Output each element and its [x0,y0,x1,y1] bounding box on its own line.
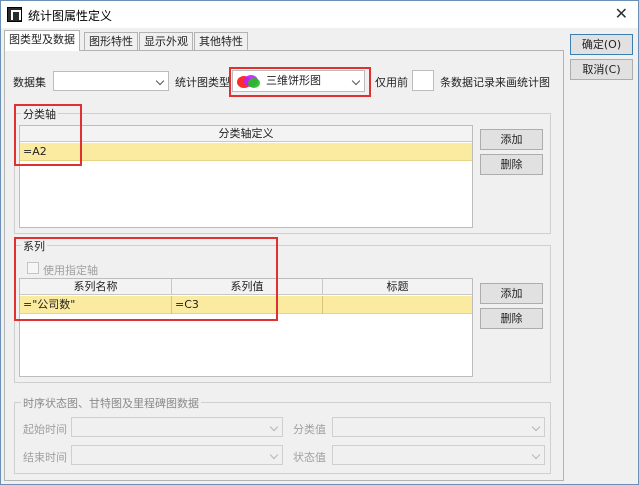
dataset-label: 数据集 [13,76,46,89]
series-delete-button[interactable]: 删除 [480,308,543,329]
chevron-down-icon [269,450,279,460]
tab-display-appearance[interactable]: 显示外观 [139,32,193,51]
timeline-title: 时序状态图、甘特图及里程碑图数据 [21,395,201,411]
cancel-button[interactable]: 取消(C) [570,59,633,80]
end-time-label: 结束时间 [23,451,67,464]
tab-chart-type-data[interactable]: 图类型及数据 [4,30,80,51]
chevron-down-icon [531,450,541,460]
chevron-down-icon [155,76,165,86]
category-axis-grid: 分类轴定义 =A2 [19,125,473,228]
end-time-select[interactable] [71,445,283,465]
chart-type-value: 三维饼形图 [266,74,321,87]
pie-chart-icon [237,75,260,88]
use-first-label: 仅用前 [375,76,408,89]
start-time-select[interactable] [71,417,283,437]
table-row[interactable]: =A2 [20,143,472,161]
series-title: 系列 [21,238,47,254]
series-value-cell[interactable]: =C3 [172,296,323,314]
series-name-header: 系列名称 [20,279,172,295]
category-delete-button[interactable]: 删除 [480,154,543,175]
tab-other-properties[interactable]: 其他特性 [194,32,248,51]
series-value-header: 系列值 [172,279,323,295]
category-value-select[interactable] [332,417,545,437]
series-title-cell[interactable] [323,296,472,314]
status-value-label: 状态值 [293,451,326,464]
category-axis-cell[interactable]: =A2 [20,143,47,161]
start-time-label: 起始时间 [23,423,67,436]
chart-type-label: 统计图类型 [175,76,230,89]
title-bar: 统计图属性定义 ✕ [1,1,638,28]
series-name-cell[interactable]: ="公司数" [20,296,172,314]
dialog-window: 统计图属性定义 ✕ 图类型及数据 图形特性 显示外观 其他特性 确定(O) 取消… [0,0,639,485]
app-icon [7,7,22,22]
table-row[interactable]: ="公司数" =C3 [20,296,472,314]
tab-graph-properties[interactable]: 图形特性 [84,32,138,51]
series-add-button[interactable]: 添加 [480,283,543,304]
category-axis-column-header: 分类轴定义 [20,126,472,142]
series-title-header: 标题 [323,279,472,295]
category-value-label: 分类值 [293,423,326,436]
chevron-down-icon [351,76,361,86]
series-grid: 系列名称 系列值 标题 ="公司数" =C3 [19,278,473,377]
chevron-down-icon [531,422,541,432]
category-add-button[interactable]: 添加 [480,129,543,150]
chart-type-select[interactable]: 三维饼形图 [232,70,365,92]
category-axis-title: 分类轴 [21,106,58,122]
status-value-select[interactable] [332,445,545,465]
use-axis-checkbox[interactable] [27,262,39,274]
dataset-value [54,72,57,90]
record-count-input[interactable] [412,70,434,91]
chevron-down-icon [269,422,279,432]
close-icon[interactable]: ✕ [615,4,628,24]
use-axis-label: 使用指定轴 [43,264,98,277]
ok-button[interactable]: 确定(O) [570,34,633,55]
records-label: 条数据记录来画统计图 [440,76,550,89]
window-title: 统计图属性定义 [28,9,113,23]
dataset-select[interactable] [53,71,169,91]
